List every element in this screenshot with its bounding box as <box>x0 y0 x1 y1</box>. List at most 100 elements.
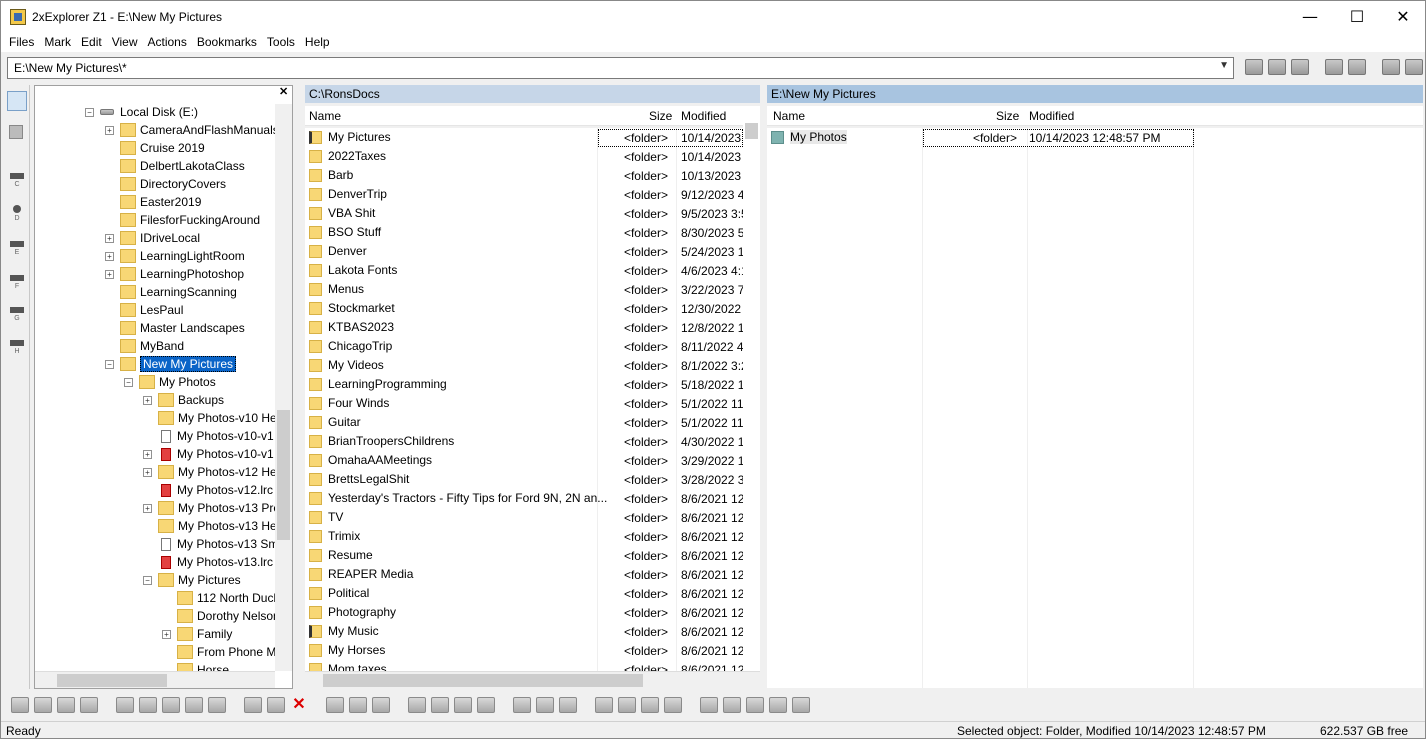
file-row[interactable]: My Photos <folder> 10/14/2023 12:48:57 PM <box>767 128 1423 147</box>
tree-view-icon[interactable] <box>723 697 741 713</box>
tree-node[interactable]: My Photos-v10-v1 <box>143 427 274 445</box>
tree-node[interactable]: + My Photos-v12 He <box>143 463 277 481</box>
tree-node[interactable]: MyBand <box>105 337 184 355</box>
tree-node[interactable]: My Photos-v13 Sm <box>143 535 278 553</box>
drive-f-button[interactable]: F <box>9 275 25 290</box>
tree-node[interactable]: My Photos-v13 He <box>143 517 277 535</box>
file-row[interactable]: VBA Shit <folder> 9/5/2023 3:5 <box>305 204 743 223</box>
new-file-icon[interactable] <box>11 697 29 713</box>
tree-node[interactable]: DelbertLakotaClass <box>105 157 245 175</box>
edit-icon[interactable] <box>1291 59 1309 75</box>
right-col-size[interactable]: Size <box>996 109 1019 123</box>
maximize-button[interactable]: ☐ <box>1334 1 1380 32</box>
folder-open-icon[interactable] <box>1268 59 1286 75</box>
collapse-icon[interactable]: − <box>143 575 152 585</box>
properties-icon[interactable] <box>80 697 98 713</box>
list-view-icon[interactable] <box>641 697 659 713</box>
left-vscroll[interactable] <box>743 109 760 671</box>
file-row[interactable]: OmahaAAMeetings <folder> 3/29/2022 1 <box>305 451 743 470</box>
drive-c-button[interactable]: C <box>9 173 25 188</box>
file-row[interactable]: DenverTrip <folder> 9/12/2023 4 <box>305 185 743 204</box>
tree-node[interactable]: LesPaul <box>105 301 183 319</box>
right-col-name[interactable]: Name <box>773 109 805 123</box>
tree-node[interactable]: + IDriveLocal <box>105 229 200 247</box>
tree-node[interactable]: Easter2019 <box>105 193 201 211</box>
filter-icon[interactable] <box>208 697 226 713</box>
expand-icon[interactable]: + <box>143 449 152 459</box>
left-col-name[interactable]: Name <box>309 109 341 123</box>
file-row[interactable]: My Music <folder> 8/6/2021 12 <box>305 622 743 641</box>
tree-node[interactable]: From Phone M <box>162 643 276 661</box>
file-row[interactable]: ChicagoTrip <folder> 8/11/2022 4 <box>305 337 743 356</box>
right-file-list[interactable]: My Photos <folder> 10/14/2023 12:48:57 PM <box>767 128 1423 688</box>
file-row[interactable]: My Pictures <folder> 10/14/2023 <box>305 128 743 147</box>
expand-icon[interactable]: + <box>105 125 114 135</box>
minimize-button[interactable]: — <box>1287 1 1333 32</box>
menu-tools[interactable]: Tools <box>262 35 300 49</box>
large-icons-icon[interactable] <box>595 697 613 713</box>
file-row[interactable]: Four Winds <folder> 5/1/2022 11 <box>305 394 743 413</box>
left-file-list[interactable]: My Pictures <folder> 10/14/2023 2022Taxes <f… <box>305 128 743 671</box>
forward-arrow-icon[interactable] <box>1348 59 1366 75</box>
cut-icon[interactable] <box>513 697 531 713</box>
details-view-icon[interactable] <box>664 697 682 713</box>
file-row[interactable]: Yesterday's Tractors - Fifty Tips for Fo… <box>305 489 743 508</box>
tree-node[interactable]: Dorothy Nelson <box>162 607 280 625</box>
tree-node[interactable]: − Local Disk (E:) <box>85 103 198 121</box>
file-row[interactable]: BSO Stuff <folder> 8/30/2023 5 <box>305 223 743 242</box>
path-input[interactable]: E:\New My Pictures\* ▼ <box>7 57 1234 79</box>
file-row[interactable]: Denver <folder> 5/24/2023 1 <box>305 242 743 261</box>
collapse-icon[interactable]: − <box>124 377 133 387</box>
expand-icon[interactable]: + <box>143 395 152 405</box>
file-row[interactable]: BrianTroopersChildrens <folder> 4/30/2022 … <box>305 432 743 451</box>
disconnect-icon[interactable] <box>477 697 495 713</box>
file-row[interactable]: 2022Taxes <folder> 10/14/2023 <box>305 147 743 166</box>
file-row[interactable]: Menus <folder> 3/22/2023 7 <box>305 280 743 299</box>
file-row[interactable]: TV <folder> 8/6/2021 12 <box>305 508 743 527</box>
tree-node[interactable]: − My Photos <box>124 373 216 391</box>
tree-hscroll[interactable] <box>35 671 275 688</box>
menu-bookmarks[interactable]: Bookmarks <box>192 35 262 49</box>
tree-vscroll-thumb[interactable] <box>277 410 290 540</box>
tree-node[interactable]: + CameraAndFlashManuals <box>105 121 279 139</box>
file-row[interactable]: Mom taxes <folder> 8/6/2021 12 <box>305 660 743 671</box>
tree-node[interactable]: + My Photos-v10-v1 <box>143 445 274 463</box>
left-vscroll-thumb[interactable] <box>745 123 758 139</box>
file-row[interactable]: REAPER Media <folder> 8/6/2021 12 <box>305 565 743 584</box>
file-row[interactable]: Barb <folder> 10/13/2023 <box>305 166 743 185</box>
path-dropdown-icon[interactable]: ▼ <box>1219 60 1229 71</box>
up-dir-icon[interactable] <box>792 697 810 713</box>
tree-node[interactable]: My Photos-v13.lrc <box>143 553 273 571</box>
refresh-icon[interactable] <box>1382 59 1400 75</box>
collapse-icon[interactable]: − <box>85 107 94 117</box>
tree-node[interactable]: + LearningLightRoom <box>105 247 245 265</box>
tree-toggle-icon[interactable] <box>7 91 27 111</box>
expand-icon[interactable]: + <box>143 467 152 477</box>
file-row[interactable]: Photography <folder> 8/6/2021 12 <box>305 603 743 622</box>
network-drive-icon[interactable] <box>431 697 449 713</box>
sort-icon[interactable] <box>700 697 718 713</box>
copy-icon[interactable] <box>536 697 554 713</box>
left-hscroll[interactable] <box>305 671 760 688</box>
paste-icon[interactable] <box>559 697 577 713</box>
right-col-modified[interactable]: Modified <box>1029 109 1074 123</box>
file-row[interactable]: Stockmarket <folder> 12/30/2022 <box>305 299 743 318</box>
file-row[interactable]: Lakota Fonts <folder> 4/6/2023 4:1 <box>305 261 743 280</box>
tree-node[interactable]: FilesforFuckingAround <box>105 211 260 229</box>
invert-mark-icon[interactable] <box>185 697 203 713</box>
mark-all-icon[interactable] <box>116 697 134 713</box>
file-row[interactable]: KTBAS2023 <folder> 12/8/2022 1 <box>305 318 743 337</box>
sync-dirs-icon[interactable] <box>267 697 285 713</box>
menu-help[interactable]: Help <box>300 35 335 49</box>
tree-node[interactable]: My Photos-v10 He <box>143 409 277 427</box>
tree-node[interactable]: Master Landscapes <box>105 319 245 337</box>
compare-icon[interactable] <box>244 697 262 713</box>
tree-vscroll[interactable] <box>275 104 292 671</box>
file-row[interactable]: BrettsLegalShit <folder> 3/28/2022 3 <box>305 470 743 489</box>
tree-hscroll-thumb[interactable] <box>57 674 167 687</box>
file-row[interactable]: My Videos <folder> 8/1/2022 3:2 <box>305 356 743 375</box>
network-icon[interactable] <box>1405 59 1423 75</box>
file-row[interactable]: My Horses <folder> 8/6/2021 12 <box>305 641 743 660</box>
left-hscroll-thumb[interactable] <box>323 674 643 687</box>
drive-icon[interactable] <box>408 697 426 713</box>
